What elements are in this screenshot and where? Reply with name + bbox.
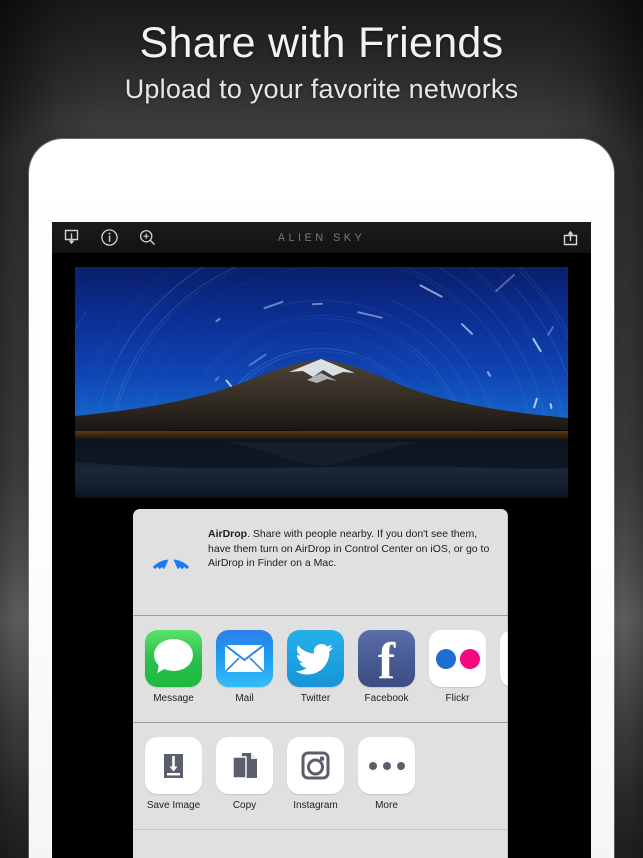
action-item-copy[interactable]: Copy [216,737,273,812]
action-item-label: Copy [232,800,257,811]
action-item-save-image[interactable]: Save Image [145,737,202,812]
share-button[interactable] [551,222,589,253]
zoom-in-button[interactable] [128,222,166,253]
reflection-shape [75,440,568,469]
tablet-device-frame: ALIEN SKY AirDrop. Share with people nea… [29,139,614,858]
more-icon [358,737,415,794]
message-icon [145,630,202,687]
info-icon [100,229,118,246]
facebook-icon: f [358,630,415,687]
airdrop-section[interactable]: AirDrop. Share with people nearby. If yo… [133,509,508,616]
share-item-mail[interactable]: Mail [216,630,273,705]
promo-headline: Share with Friends Upload to your favori… [0,16,643,108]
star-trail-photo[interactable] [75,267,568,498]
action-item-instagram[interactable]: Instagram [287,737,344,812]
share-item-label: Message [153,693,194,704]
share-icon [563,229,578,246]
share-item-twitter[interactable]: Twitter [287,630,344,705]
mail-icon [216,630,273,687]
airdrop-icon [147,530,195,578]
share-item-facebook[interactable]: f Facebook [358,630,415,705]
page-subtitle: Upload to your favorite networks [124,74,519,104]
action-item-label: More [375,800,398,811]
instagram-icon [287,737,344,794]
flickr-icon [429,630,486,687]
action-item-label: Save Image [146,800,201,811]
action-item-more[interactable]: More [358,737,415,812]
device-screen: ALIEN SKY AirDrop. Share with people nea… [52,222,591,858]
share-item-label: Twitter [300,693,331,704]
airdrop-description: AirDrop. Share with people nearby. If yo… [208,527,492,571]
share-apps-row: Message Mail Twitter f Facebook Flickr [133,616,508,723]
star-trail-spark [312,302,324,305]
sheet-edge [507,509,508,858]
share-item-flickr[interactable]: Flickr [429,630,486,705]
share-item-label: Flickr [445,693,470,704]
share-actions-row: Save Image Copy Instagram More [133,723,508,830]
download-icon [64,229,79,246]
twitter-icon [287,630,344,687]
share-item-label: Facebook [364,693,409,704]
save-image-icon [145,737,202,794]
airdrop-bold-lead: AirDrop [208,528,248,540]
ios-share-sheet: AirDrop. Share with people nearby. If yo… [133,509,508,858]
airdrop-body: . Share with people nearby. If you don't… [208,528,490,569]
zoom-in-icon [139,229,156,246]
lake-reflection [75,440,568,498]
page-title: Share with Friends [139,19,504,67]
app-toolbar: ALIEN SKY [52,222,591,253]
share-item-message[interactable]: Message [145,630,202,705]
share-item-label: Mail [235,693,254,704]
copy-icon [216,737,273,794]
info-button[interactable] [90,222,128,253]
download-button[interactable] [52,222,90,253]
mountain-silhouette [75,359,568,442]
action-item-label: Instagram [293,800,338,811]
